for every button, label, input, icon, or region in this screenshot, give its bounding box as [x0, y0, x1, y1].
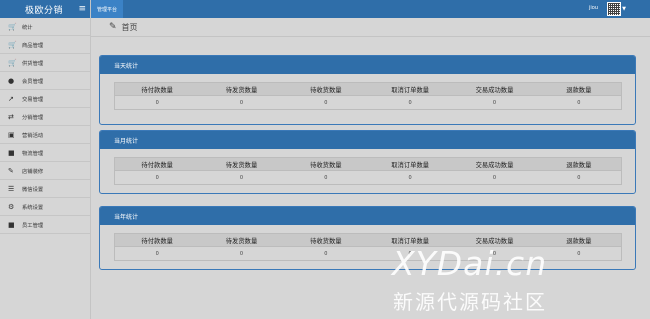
sidebar-item-label: 营销活动 [22, 132, 44, 139]
top-navbar: 管理平台 jiou ▼ [91, 0, 650, 18]
sidebar-item-label: 微信设置 [22, 186, 44, 193]
page-title: 首页 [121, 22, 138, 32]
stats-table: 待付款数量 待发货数量 待收货数量 取消订单数量 交易成功数量 退款数量 0 0… [114, 82, 622, 110]
sidebar-item-trades[interactable]: ↗ 交易管理 [0, 90, 90, 108]
column-header: 交易成功数量 [475, 86, 514, 94]
sidebar-item-label: 统计 [22, 24, 33, 31]
column-header: 退款数量 [566, 237, 592, 245]
column-header: 取消订单数量 [391, 161, 430, 169]
sidebar-menu: 🛒 统计 🛒 商品管理 🛒 供货管理 ● 会员管理 ↗ 交易管理 ⇄ 分销管理 ▣ 营销活动 … [0, 18, 90, 234]
breadcrumb: ✎ 首页 [91, 18, 650, 37]
sidebar-item-label: 员工管理 [22, 222, 44, 229]
sidebar-item-label: 店铺装修 [22, 168, 44, 175]
menu-toggle-icon[interactable]: ≡ [78, 4, 86, 14]
user-name[interactable]: jiou [589, 5, 598, 11]
stat-value: 0 [155, 250, 159, 257]
column-header: 待收货数量 [310, 86, 342, 94]
cart-icon: 🛒 [8, 22, 17, 31]
stat-value: 0 [577, 250, 581, 257]
sidebar-item-stats[interactable]: 🛒 统计 [0, 18, 90, 36]
sidebar-item-decoration[interactable]: ✎ 店铺装修 [0, 162, 90, 180]
sidebar-item-supply[interactable]: 🛒 供货管理 [0, 54, 90, 72]
sidebar-item-label: 商品管理 [22, 42, 44, 49]
panel-title: 当年统计 [100, 207, 635, 225]
gear-icon: ⚙ [8, 202, 15, 211]
column-header: 待发货数量 [225, 237, 258, 245]
qrcode-icon[interactable] [607, 2, 621, 16]
gift-icon: ▣ [8, 130, 15, 139]
chevron-down-icon[interactable]: ▼ [622, 6, 626, 12]
column-header: 退款数量 [566, 161, 592, 169]
column-header: 待付款数量 [141, 237, 173, 245]
brand-bar: 极欧分销 ≡ [0, 0, 90, 18]
sidebar-item-label: 系统设置 [22, 204, 44, 211]
sidebar-item-logistics[interactable]: ■ 物流管理 [0, 144, 90, 162]
panel-daily: 当天统计 待付款数量 待发货数量 待收货数量 取消订单数量 交易成功数量 退款数… [99, 55, 636, 125]
sidebar-item-system[interactable]: ⚙ 系统设置 [0, 198, 90, 216]
shuffle-icon: ⇄ [8, 112, 14, 121]
panel-monthly: 当月统计 待付款数量 待发货数量 待收货数量 取消订单数量 交易成功数量 退款数… [99, 130, 636, 194]
panel-title: 当月统计 [100, 131, 635, 149]
sidebar-item-label: 供货管理 [22, 60, 44, 67]
column-header: 待发货数量 [225, 86, 258, 94]
sidebar-item-wechat[interactable]: ☰ 微信设置 [0, 180, 90, 198]
stats-value-row: 0 0 0 0 0 0 [114, 171, 622, 185]
stat-value: 0 [239, 250, 244, 257]
sidebar-item-products[interactable]: 🛒 商品管理 [0, 36, 90, 54]
stat-value: 0 [155, 99, 159, 106]
column-header: 待收货数量 [310, 237, 342, 245]
panel-title: 当天统计 [100, 56, 635, 74]
sidebar-item-members[interactable]: ● 会员管理 [0, 72, 90, 90]
column-header: 待收货数量 [310, 161, 342, 169]
watermark-subtext: 新源代源码社区 [393, 290, 547, 314]
wrench-icon: ✎ [8, 166, 14, 175]
column-header: 待发货数量 [225, 161, 258, 169]
sidebar-item-label: 会员管理 [22, 78, 44, 85]
edit-icon: ✎ [109, 22, 117, 32]
stat-value: 0 [492, 174, 497, 181]
watermark-text: XYDai.cn [392, 244, 548, 283]
stats-table: 待付款数量 待发货数量 待收货数量 取消订单数量 交易成功数量 退款数量 0 0… [114, 157, 622, 185]
stat-value: 0 [492, 99, 497, 106]
stat-value: 0 [408, 99, 412, 106]
cart-icon: 🛒 [8, 40, 17, 49]
stat-value: 0 [577, 99, 581, 106]
sidebar-item-label: 分销管理 [22, 114, 44, 121]
stat-value: 0 [324, 99, 328, 106]
stat-value: 0 [155, 174, 159, 181]
sidebar-item-distribution[interactable]: ⇄ 分销管理 [0, 108, 90, 126]
sidebar-item-label: 物流管理 [22, 150, 44, 157]
column-header: 取消订单数量 [391, 86, 430, 94]
compress-icon: ↗ [8, 94, 14, 103]
stat-value: 0 [324, 250, 328, 257]
column-header: 退款数量 [566, 86, 592, 94]
stats-header-row: 待付款数量 待发货数量 待收货数量 取消订单数量 交易成功数量 退款数量 [114, 157, 622, 171]
column-header: 待付款数量 [141, 161, 173, 169]
stats-header-row: 待付款数量 待发货数量 待收货数量 取消订单数量 交易成功数量 退款数量 [114, 82, 622, 96]
list-icon: ☰ [8, 184, 15, 193]
tab-platform[interactable]: 管理平台 [91, 0, 123, 18]
truck-icon: ■ [8, 148, 15, 157]
sidebar: 极欧分销 ≡ 🛒 统计 🛒 商品管理 🛒 供货管理 ● 会员管理 ↗ 交易管理 ⇄ 分销管理… [0, 0, 91, 319]
cart-icon: 🛒 [8, 58, 17, 67]
stat-value: 0 [408, 174, 412, 181]
sidebar-item-marketing[interactable]: ▣ 营销活动 [0, 126, 90, 144]
panel-yearly: 当年统计 待付款数量 待发货数量 待收货数量 取消订单数量 交易成功数量 退款数… [99, 206, 636, 270]
column-header: 交易成功数量 [475, 161, 514, 169]
stats-value-row: 0 0 0 0 0 0 [114, 96, 622, 110]
sidebar-item-staff[interactable]: ■ 员工管理 [0, 216, 90, 234]
user-icon: ● [8, 76, 15, 85]
stat-value: 0 [239, 99, 244, 106]
stat-value: 0 [577, 174, 581, 181]
column-header: 待付款数量 [141, 86, 173, 94]
brand-title: 极欧分销 [25, 5, 64, 16]
stat-value: 0 [324, 174, 328, 181]
user-group-icon: ■ [8, 220, 15, 229]
stat-value: 0 [239, 174, 244, 181]
sidebar-item-label: 交易管理 [22, 96, 44, 103]
